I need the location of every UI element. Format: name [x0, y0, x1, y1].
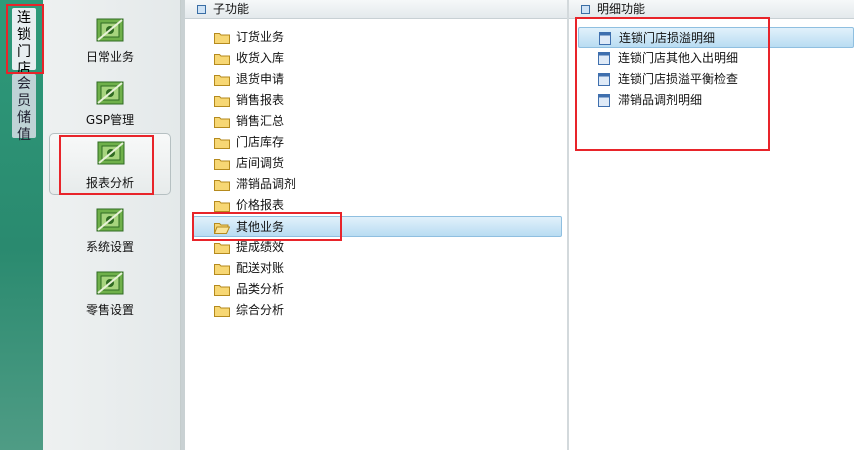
detail-function-header: 明细功能: [569, 0, 854, 19]
folder-icon: [214, 243, 230, 254]
module-label: 日常业务: [85, 50, 134, 64]
sub-function-header: 子功能: [185, 0, 567, 19]
list-item[interactable]: 销售汇总: [214, 111, 414, 132]
money-icon: [97, 141, 125, 165]
splitter[interactable]: [181, 0, 185, 450]
folder-icon: [214, 180, 230, 191]
folder-icon: [214, 33, 230, 44]
folder-icon: [214, 285, 230, 296]
folder-icon: [214, 54, 230, 65]
folder-icon: [214, 117, 230, 128]
detail-item[interactable]: 连锁门店其他入出明细: [598, 48, 798, 69]
document-icon: [598, 73, 610, 86]
folder-icon: [214, 264, 230, 275]
item-label: 连锁门店损溢明细: [619, 31, 716, 45]
list-item[interactable]: 滞销品调剂: [214, 174, 414, 195]
document-icon: [598, 94, 610, 107]
open-folder-icon: [214, 223, 230, 234]
item-label: 连锁门店损溢平衡检查: [618, 72, 739, 86]
folder-icon: [214, 96, 230, 107]
item-label: 滞销品调剂: [236, 177, 297, 191]
list-item[interactable]: 品类分析: [214, 279, 414, 300]
money-icon: [96, 18, 124, 42]
item-label: 综合分析: [236, 303, 285, 317]
folder-icon: [214, 201, 230, 212]
detail-item[interactable]: 滞销品调剂明细: [598, 90, 798, 111]
item-label: 连锁门店其他入出明细: [618, 51, 739, 65]
document-icon: [598, 52, 610, 65]
item-label: 其他业务: [236, 220, 285, 234]
item-label: 品类分析: [236, 282, 285, 296]
list-item[interactable]: 价格报表: [214, 195, 414, 216]
item-label: 店间调货: [236, 156, 285, 170]
detail-item-selected[interactable]: 连锁门店损溢明细: [578, 27, 854, 48]
list-item[interactable]: 店间调货: [214, 153, 414, 174]
item-label: 收货入库: [236, 51, 285, 65]
module-system-settings[interactable]: 系统设置: [49, 202, 171, 264]
folder-icon: [214, 75, 230, 86]
module-gsp-management[interactable]: GSP管理: [49, 75, 171, 137]
list-item[interactable]: 收货入库: [214, 48, 414, 69]
list-item-selected[interactable]: 其他业务: [193, 216, 562, 237]
list-item[interactable]: 配送对账: [214, 258, 414, 279]
list-item[interactable]: 综合分析: [214, 300, 414, 321]
vtab-member-stored-value[interactable]: 会员储值: [12, 74, 36, 143]
item-label: 退货申请: [236, 72, 285, 86]
item-label: 配送对账: [236, 261, 285, 275]
vertical-tab-strip: 连锁门店 会员储值: [0, 0, 43, 450]
item-label: 价格报表: [236, 198, 285, 212]
item-label: 订货业务: [236, 30, 285, 44]
panel-square-icon: [581, 5, 590, 14]
list-item[interactable]: 提成绩效: [214, 237, 414, 258]
detail-item[interactable]: 连锁门店损溢平衡检查: [598, 69, 798, 90]
module-report-analysis[interactable]: 报表分析: [49, 133, 171, 195]
item-label: 滞销品调剂明细: [618, 93, 703, 107]
list-item[interactable]: 销售报表: [214, 90, 414, 111]
money-icon: [96, 271, 124, 295]
item-label: 销售汇总: [236, 114, 285, 128]
module-label: 报表分析: [85, 176, 134, 190]
item-label: 提成绩效: [236, 240, 285, 254]
panel-divider[interactable]: [567, 0, 569, 450]
vtab-chain-store[interactable]: 连锁门店: [12, 8, 36, 77]
document-icon: [599, 32, 611, 45]
item-label: 门店库存: [236, 135, 285, 149]
module-label: GSP管理: [85, 113, 135, 127]
module-retail-settings[interactable]: 零售设置: [49, 265, 171, 327]
module-label: 零售设置: [85, 303, 134, 317]
panel-title: 子功能: [213, 2, 250, 16]
module-daily-business[interactable]: 日常业务: [49, 12, 171, 74]
module-label: 系统设置: [85, 240, 134, 254]
folder-icon: [214, 306, 230, 317]
list-item[interactable]: 退货申请: [214, 69, 414, 90]
list-item[interactable]: 订货业务: [214, 27, 414, 48]
money-icon: [96, 81, 124, 105]
item-label: 销售报表: [236, 93, 285, 107]
folder-icon: [214, 159, 230, 170]
money-icon: [96, 208, 124, 232]
list-item[interactable]: 门店库存: [214, 132, 414, 153]
module-sidebar: 日常业务 GSP管理 报表分析 系统设置 零售设置: [43, 0, 181, 450]
folder-icon: [214, 138, 230, 149]
panel-square-icon: [197, 5, 206, 14]
panel-title: 明细功能: [597, 2, 646, 16]
